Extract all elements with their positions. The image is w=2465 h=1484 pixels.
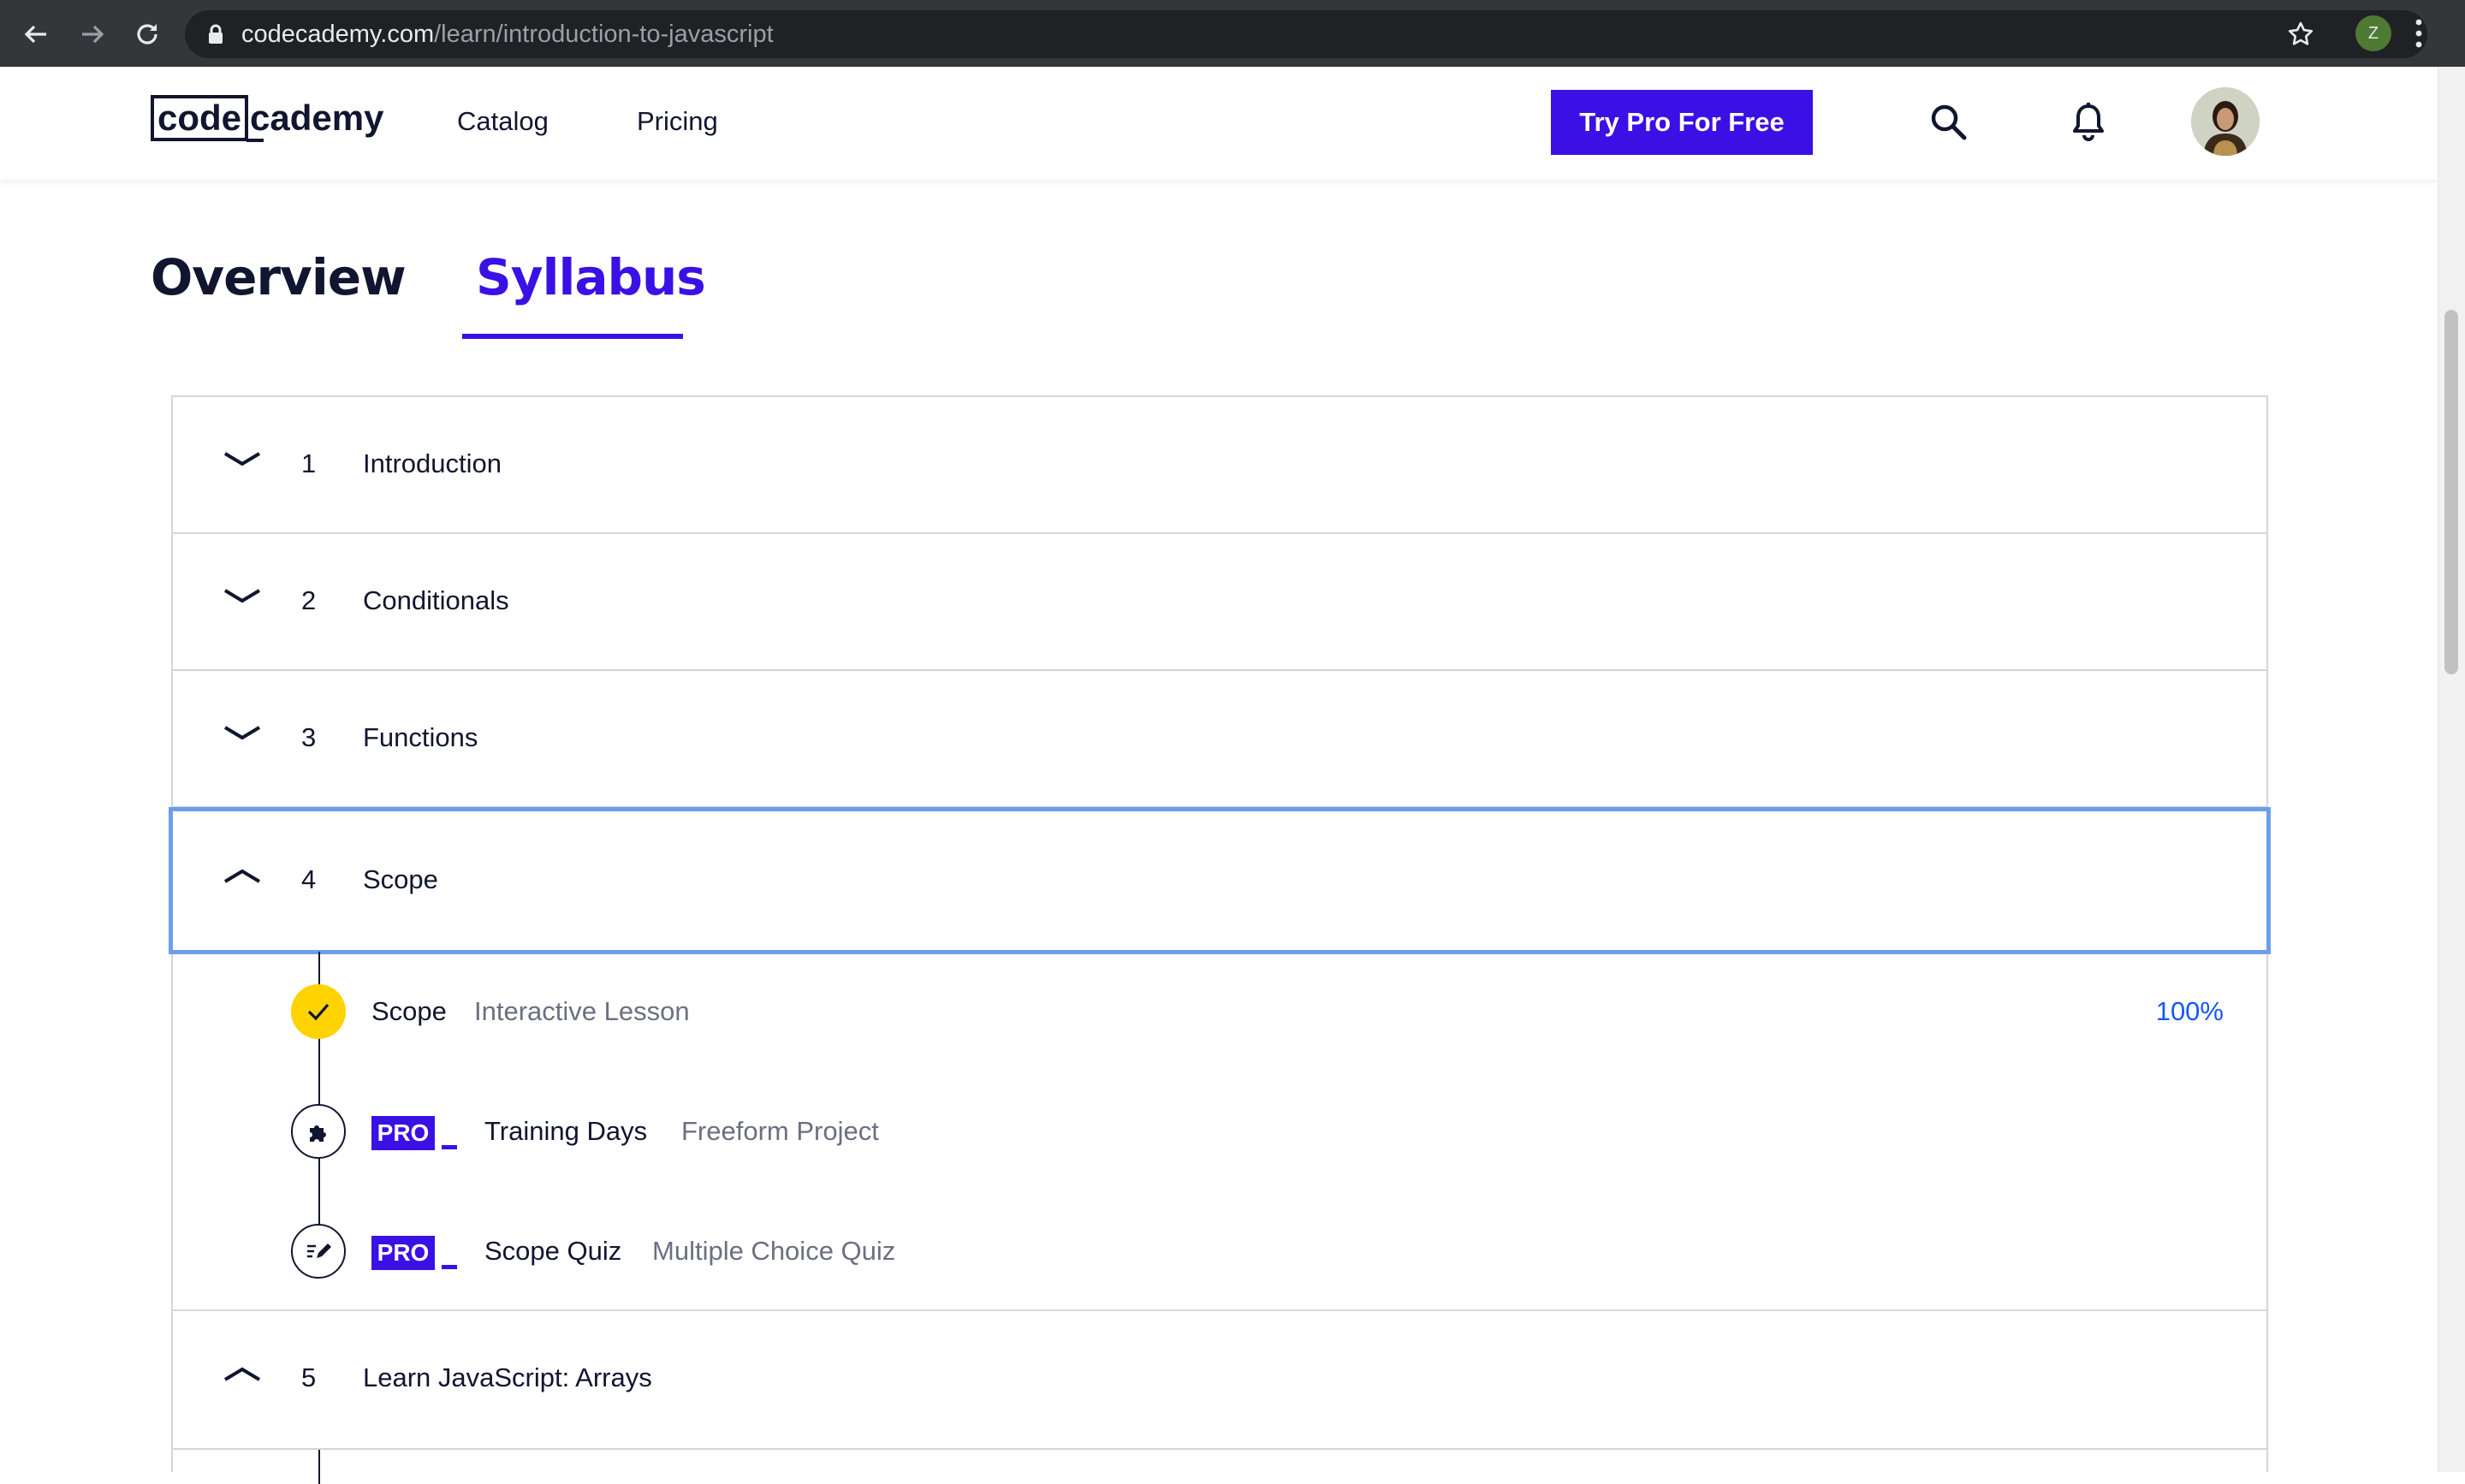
module-title: Scope	[363, 864, 438, 894]
module-number: 3	[301, 722, 317, 752]
bell-icon[interactable]	[2070, 101, 2107, 145]
check-icon	[291, 984, 346, 1039]
lesson-progress: 100%	[2155, 996, 2224, 1026]
bookmark-star-icon[interactable]	[2287, 21, 2314, 51]
lesson-type: Multiple Choice Quiz	[652, 1236, 896, 1266]
browser-menu-icon[interactable]	[2414, 17, 2424, 53]
module-row-arrays[interactable]: 5 Learn JavaScript: Arrays	[173, 1309, 2266, 1450]
lesson-type: Freeform Project	[681, 1116, 879, 1146]
module-row-conditionals[interactable]: 2 Conditionals	[173, 534, 2266, 671]
module-row-functions[interactable]: 3 Functions	[173, 671, 2266, 808]
lesson-type: Interactive Lesson	[474, 996, 690, 1026]
chevron-up-icon	[223, 866, 262, 891]
chevron-down-icon	[223, 585, 262, 610]
pro-badge-cursor	[442, 1265, 457, 1269]
page-scrollbar-thumb[interactable]	[2444, 310, 2458, 674]
module-title: Functions	[363, 722, 478, 752]
nav-pricing[interactable]: Pricing	[637, 106, 718, 137]
syllabus-list: 1 Introduction 2 Conditionals 3 Function…	[169, 395, 2271, 1484]
chevron-down-icon	[223, 448, 262, 473]
site-header: code cademy Catalog Pricing Try Pro For F…	[0, 67, 2438, 180]
lesson-name: Scope	[371, 996, 447, 1026]
back-arrow-icon[interactable]	[17, 15, 55, 53]
active-tab-indicator	[462, 334, 683, 339]
reload-icon[interactable]	[128, 15, 166, 53]
browser-profile-avatar[interactable]: Z	[2355, 15, 2391, 51]
logo-code: code	[151, 95, 249, 141]
lesson-training-days[interactable]: PRO Training Days Freeform Project	[173, 1099, 2266, 1167]
pro-badge: PRO	[371, 1236, 435, 1270]
module-title: Conditionals	[363, 585, 509, 615]
page-scrollbar-track[interactable]	[2438, 67, 2465, 1472]
lesson-scope[interactable]: Scope Interactive Lesson 100%	[173, 979, 2266, 1048]
lesson-timeline	[318, 1450, 320, 1484]
pro-badge: PRO	[371, 1116, 435, 1150]
module-number: 4	[301, 864, 317, 894]
nav-catalog[interactable]: Catalog	[457, 106, 549, 137]
tab-syllabus[interactable]: Syllabus	[476, 248, 706, 306]
url-text: codecademy.com/learn/introduction-to-jav…	[241, 21, 774, 48]
chevron-down-icon	[223, 722, 262, 747]
lesson-name: Training Days	[484, 1116, 648, 1146]
module-title: Learn JavaScript: Arrays	[363, 1362, 652, 1392]
lesson-name: Scope Quiz	[484, 1236, 622, 1266]
user-avatar[interactable]	[2191, 87, 2260, 156]
logo-cademy: cademy	[246, 98, 384, 142]
lesson-scope-quiz[interactable]: PRO Scope Quiz Multiple Choice Quiz	[173, 1219, 2266, 1287]
lock-icon	[207, 24, 224, 48]
codecademy-logo[interactable]: code cademy	[151, 92, 383, 144]
chevron-up-icon	[223, 1364, 262, 1389]
browser-toolbar: codecademy.com/learn/introduction-to-jav…	[0, 0, 2465, 67]
puzzle-icon	[291, 1104, 346, 1159]
try-pro-button[interactable]: Try Pro For Free	[1551, 90, 1813, 155]
module-row-introduction[interactable]: 1 Introduction	[173, 397, 2266, 534]
module-title: Introduction	[363, 448, 502, 478]
forward-arrow-icon[interactable]	[74, 15, 111, 53]
tab-overview[interactable]: Overview	[151, 248, 407, 306]
pro-badge-cursor	[442, 1145, 457, 1149]
quiz-pencil-icon	[291, 1224, 346, 1279]
module-row-scope[interactable]: 4 Scope	[169, 807, 2271, 954]
search-icon[interactable]	[1927, 101, 1969, 145]
module-number: 2	[301, 585, 317, 615]
module-number: 5	[301, 1362, 317, 1392]
address-bar[interactable]: codecademy.com/learn/introduction-to-jav…	[185, 10, 2427, 58]
module-number: 1	[301, 448, 317, 478]
